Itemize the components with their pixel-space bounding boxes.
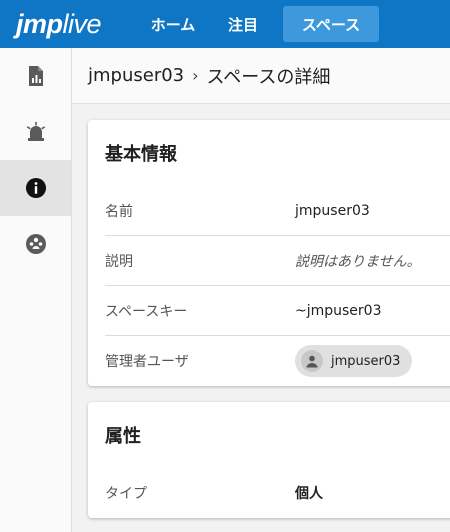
attribute-row-type: タイプ 個人 [105, 468, 450, 518]
breadcrumb-user-link[interactable]: jmpuser03 [88, 65, 184, 86]
sidebar-item-info[interactable] [0, 160, 71, 216]
sidebar-item-reports[interactable] [0, 48, 71, 104]
info-row-space-key: スペースキー ~jmpuser03 [105, 286, 450, 336]
description-label: 説明 [105, 253, 133, 270]
breadcrumb: jmpuser03 › スペースの詳細 [72, 48, 450, 104]
info-row-admin-user: 管理者ユーザ jmpuser03 [105, 336, 450, 386]
sidebar [0, 48, 72, 532]
nav-tab-featured[interactable]: 注目 [215, 6, 271, 42]
name-value: jmpuser03 [295, 202, 370, 219]
nav-tab-home-label: ホーム [150, 15, 196, 34]
group-icon [25, 234, 46, 254]
main-content: jmpuser03 › スペースの詳細 基本情報 名前 jmpuser03 説明… [72, 48, 450, 532]
logo-text-left: jmp [16, 8, 63, 39]
type-value: 個人 [295, 486, 323, 502]
space-key-label: スペースキー [105, 303, 188, 320]
nav-tab-home[interactable]: ホーム [135, 6, 211, 42]
space-key-value: ~jmpuser03 [295, 302, 382, 319]
info-icon [25, 178, 46, 198]
info-row-description: 説明 説明はありません。 [105, 236, 450, 286]
alert-icon [26, 122, 45, 141]
nav-tab-spaces-label: スペース [301, 15, 361, 34]
top-nav-bar: jmp live ホーム 注目 スペース [0, 0, 450, 48]
sidebar-item-alerts[interactable] [0, 104, 71, 160]
basic-info-card: 基本情報 名前 jmpuser03 説明 説明はありません。 スペースキー ~j… [88, 120, 450, 386]
sidebar-item-members[interactable] [0, 216, 71, 272]
admin-user-label: 管理者ユーザ [105, 354, 189, 370]
user-avatar-icon [301, 350, 323, 372]
nav-tab-featured-label: 注目 [227, 15, 258, 34]
report-icon [28, 66, 43, 86]
attributes-card: 属性 タイプ 個人 [88, 402, 450, 518]
nav-tab-spaces[interactable]: スペース [283, 6, 379, 42]
description-value: 説明はありません。 [295, 253, 421, 270]
type-label: タイプ [105, 486, 147, 502]
name-label: 名前 [105, 203, 133, 220]
breadcrumb-separator-icon: › [192, 66, 199, 85]
page-title: スペースの詳細 [206, 66, 331, 88]
jmplive-logo[interactable]: jmp live [0, 0, 135, 48]
basic-info-title: 基本情報 [105, 144, 177, 165]
admin-user-name: jmpuser03 [331, 353, 401, 369]
admin-user-chip[interactable]: jmpuser03 [295, 345, 413, 377]
logo-text-right: live [62, 8, 102, 39]
info-row-name: 名前 jmpuser03 [105, 186, 450, 236]
attributes-title: 属性 [105, 426, 141, 447]
